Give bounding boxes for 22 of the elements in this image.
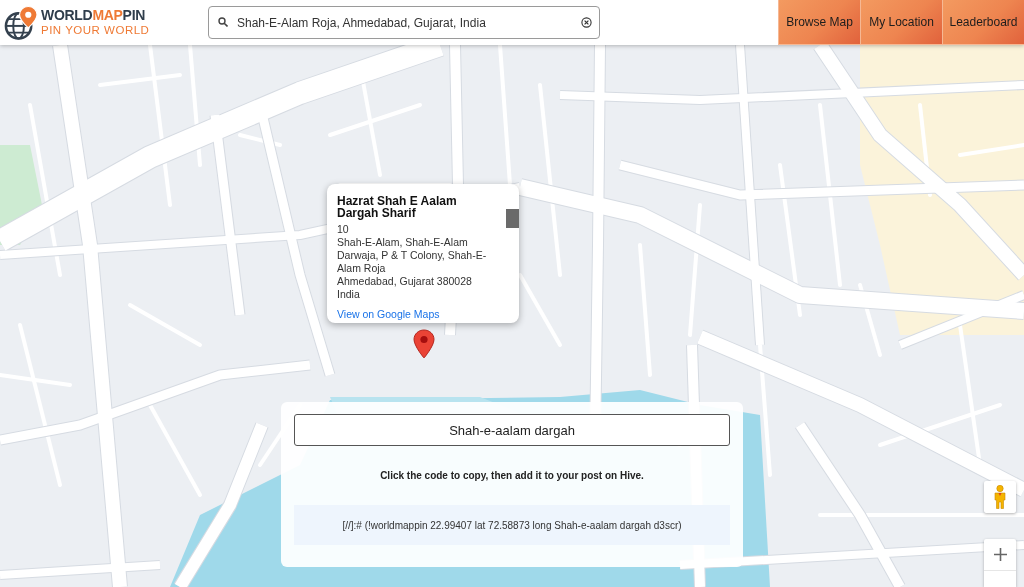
copy-instruction: Click the code to copy, then add it to your post on Hive. (379, 470, 645, 482)
plus-icon (993, 548, 1007, 561)
nav-button[interactable]: Leaderboard (942, 0, 1024, 45)
address-line: 10 (337, 223, 350, 236)
search-field[interactable]: Shah-E-Alam Roja, Ahmedabad, Gujarat, India (208, 6, 600, 39)
nav-button[interactable]: Browse Map (778, 0, 860, 45)
scrollbar-thumb[interactable] (506, 209, 519, 228)
address-line: Shah-E-Alam, Shah-E-Alam Darwaja, P & T Colony, Shah-E-Alam Roja (337, 236, 488, 275)
address-line: Ahmedabad, Gujarat 380028 (337, 275, 473, 288)
google-maps-link[interactable]: View on Google Maps (337, 308, 440, 321)
search-icon (218, 17, 228, 27)
pin-code[interactable]: [//]:# (!worldmappin 22.99407 lat 72.58873 long Shah-e-aalam dargah d3scr) (294, 505, 730, 545)
address-line: India (337, 288, 361, 301)
globe-pin-logo-icon[interactable] (4, 4, 38, 41)
person-icon (993, 485, 1007, 509)
map-pin-icon[interactable] (413, 329, 435, 359)
clear-search-icon[interactable] (581, 17, 592, 28)
place-name-field[interactable]: Shah-e-aalam dargah (294, 414, 730, 446)
place-title: Hazrat Shah E Aalam Dargah Sharif (337, 195, 458, 219)
logo-wordmark[interactable]: WORLDMAPPIN (41, 7, 150, 23)
logo-tagline: PIN YOUR WORLD (41, 22, 150, 38)
nav-button[interactable]: My Location (860, 0, 942, 45)
